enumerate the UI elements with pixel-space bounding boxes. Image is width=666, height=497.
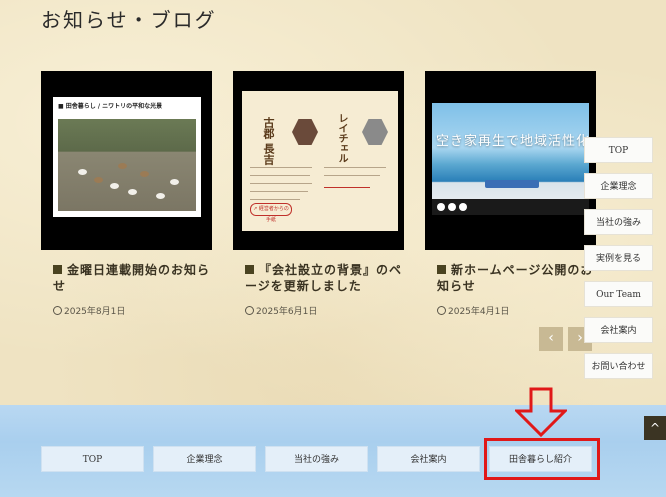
footer-nav-philosophy[interactable]: 企業理念	[153, 446, 256, 472]
side-navigation: TOP 企業理念 当社の強み 実例を見る Our Team 会社案内 お問い合わ…	[584, 137, 654, 389]
founder-right: レイチェル	[322, 99, 392, 223]
square-bullet-icon	[245, 265, 254, 274]
thumbnail-caption: ■ 田舎暮らし / ニワトリの平和な光景	[58, 103, 163, 110]
side-nav-examples[interactable]: 実例を見る	[584, 245, 653, 271]
side-nav-our-team[interactable]: Our Team	[584, 281, 653, 307]
down-arrow-icon	[515, 387, 567, 437]
news-card[interactable]: 古郡 長吉 ↗ 経営者からの手紙 レイチェル 『会社設立の背景』のページを更新し…	[233, 71, 404, 317]
card-date-row: 2025年8月1日	[53, 304, 212, 317]
footer-nav-company[interactable]: 会社案内	[377, 446, 480, 472]
thumbnail-article-preview: ■ 田舎暮らし / ニワトリの平和な光景	[53, 97, 201, 217]
x-icon	[448, 203, 456, 211]
card-thumbnail[interactable]: ■ 田舎暮らし / ニワトリの平和な光景	[41, 71, 212, 250]
side-nav-strengths[interactable]: 当社の強み	[584, 209, 653, 235]
chicken	[156, 193, 165, 199]
founder-name: 古郡 長吉	[262, 117, 275, 165]
founder-name: レイチェル	[336, 113, 347, 163]
chicken	[140, 171, 149, 177]
side-nav-top[interactable]: TOP	[584, 137, 653, 163]
text-line	[250, 191, 308, 192]
text-line	[250, 199, 300, 200]
text-line	[250, 167, 312, 168]
card-date: 2025年6月1日	[256, 307, 318, 317]
homepage-button	[485, 180, 539, 188]
news-card[interactable]: 空き家再生で地域活性化 新ホームページ公開のお知らせ 2025年4月1日	[425, 71, 596, 317]
chicken	[128, 189, 137, 195]
instagram-icon	[459, 203, 467, 211]
card-thumbnail[interactable]: 古郡 長吉 ↗ 経営者からの手紙 レイチェル	[233, 71, 404, 250]
footer-nav-top[interactable]: TOP	[41, 446, 144, 472]
text-line	[250, 175, 310, 176]
clock-icon	[437, 306, 446, 315]
card-date-row: 2025年4月1日	[437, 304, 596, 317]
founder-photo	[362, 119, 388, 145]
card-date: 2025年8月1日	[64, 307, 126, 317]
card-title: 新ホームページ公開のお知らせ	[437, 263, 594, 293]
thumbnail-founders-preview: 古郡 長吉 ↗ 経営者からの手紙 レイチェル	[242, 91, 398, 231]
carousel-prev-button[interactable]: ‹	[539, 327, 563, 351]
homepage-headline: 空き家再生で地域活性化	[436, 134, 591, 149]
section-title: お知らせ・ブログ	[41, 8, 217, 32]
scroll-to-top-button[interactable]: ^	[644, 416, 666, 440]
side-nav-contact[interactable]: お問い合わせ	[584, 353, 653, 379]
chicken	[78, 169, 87, 175]
square-bullet-icon	[53, 265, 62, 274]
news-card[interactable]: ■ 田舎暮らし / ニワトリの平和な光景 金曜日連載開始のお知らせ 2025年8…	[41, 71, 212, 317]
chicken	[118, 163, 127, 169]
highlight-box	[484, 438, 600, 480]
chicken	[110, 183, 119, 189]
chicken	[94, 177, 103, 183]
side-nav-company[interactable]: 会社案内	[584, 317, 653, 343]
card-title-link[interactable]: 金曜日連載開始のお知らせ	[53, 262, 213, 294]
side-nav-philosophy[interactable]: 企業理念	[584, 173, 653, 199]
square-bullet-icon	[437, 265, 446, 274]
facebook-icon	[437, 203, 445, 211]
text-line	[250, 183, 312, 184]
card-thumbnail[interactable]: 空き家再生で地域活性化	[425, 71, 596, 250]
chicken	[170, 179, 179, 185]
card-title: 『会社設立の背景』のページを更新しました	[245, 263, 403, 293]
card-title: 金曜日連載開始のお知らせ	[53, 263, 211, 293]
card-title-link[interactable]: 新ホームページ公開のお知らせ	[437, 262, 597, 294]
text-line	[324, 187, 370, 188]
chicken-photo	[58, 119, 196, 211]
text-line	[324, 175, 380, 176]
letter-button: ↗ 経営者からの手紙	[250, 203, 292, 223]
card-date: 2025年4月1日	[448, 307, 510, 317]
homepage-footer	[432, 199, 589, 215]
card-title-link[interactable]: 『会社設立の背景』のページを更新しました	[245, 262, 405, 294]
clock-icon	[53, 306, 62, 315]
thumbnail-homepage-preview: 空き家再生で地域活性化	[432, 103, 589, 215]
footer-nav-strengths[interactable]: 当社の強み	[265, 446, 368, 472]
clock-icon	[245, 306, 254, 315]
founder-photo	[292, 119, 318, 145]
text-line	[324, 167, 386, 168]
card-date-row: 2025年6月1日	[245, 304, 404, 317]
